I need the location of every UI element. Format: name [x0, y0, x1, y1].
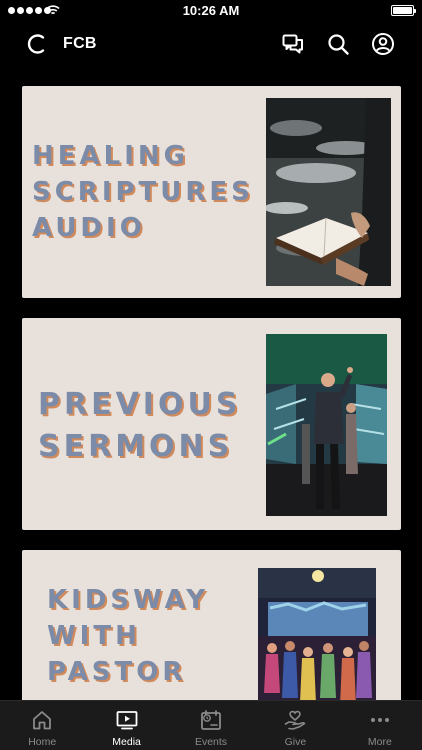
tab-label: Media	[112, 736, 141, 748]
card-title: HEALING SCRIPTURES AUDIO	[32, 141, 254, 243]
chat-icon[interactable]	[281, 32, 305, 56]
events-icon	[200, 709, 222, 731]
profile-icon[interactable]	[371, 32, 395, 56]
tab-home[interactable]: Home	[0, 701, 84, 750]
status-time: 10:26 AM	[182, 3, 240, 18]
app-title: FCB	[63, 35, 97, 52]
card-title: KIDSWAY WITH PASTOR	[47, 585, 210, 687]
tab-label: More	[367, 736, 392, 748]
home-icon	[31, 709, 53, 731]
card-title: PREVIOUS SERMONS	[38, 387, 242, 464]
status-bar: 10:26 AM	[0, 0, 422, 22]
bible-reading-photo	[266, 98, 391, 286]
battery-icon	[391, 5, 416, 16]
media-card-previous-sermons[interactable]: PREVIOUS SERMONS	[22, 318, 401, 530]
media-feed[interactable]: HEALING SCRIPTURES AUDIO PREVIOUS SERMON…	[0, 66, 422, 700]
tab-give[interactable]: Give	[253, 701, 337, 750]
more-icon	[369, 709, 391, 731]
pastor-preaching-photo	[266, 334, 387, 516]
tab-label: Give	[284, 736, 307, 748]
give-icon	[284, 709, 306, 731]
search-icon[interactable]	[326, 32, 350, 56]
media-card-healing-scriptures[interactable]: HEALING SCRIPTURES AUDIO	[22, 86, 401, 298]
kids-worship-photo	[258, 568, 376, 700]
tab-bar: Home Media Events Give More	[0, 700, 422, 750]
tab-label: Home	[28, 736, 57, 748]
media-card-kidsway[interactable]: KIDSWAY WITH PASTOR	[22, 550, 401, 700]
tab-more[interactable]: More	[338, 701, 422, 750]
tab-media[interactable]: Media	[84, 701, 168, 750]
app-header: FCB	[0, 22, 422, 66]
media-icon	[116, 709, 138, 731]
loading-logo-icon	[27, 34, 45, 54]
tab-label: Events	[194, 736, 228, 748]
tab-events[interactable]: Events	[169, 701, 253, 750]
